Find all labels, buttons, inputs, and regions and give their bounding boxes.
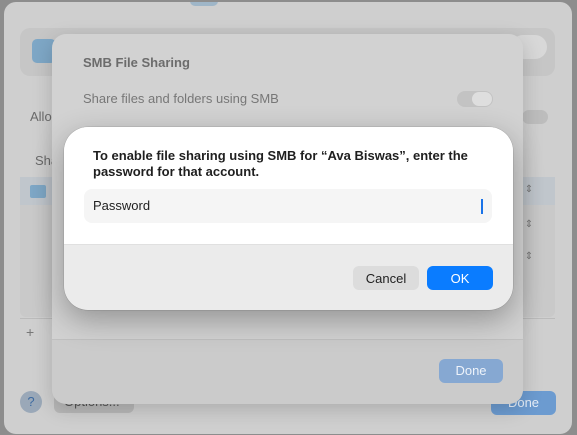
folder-icon: [30, 185, 46, 198]
text-cursor: [481, 199, 483, 214]
cancel-button[interactable]: Cancel: [353, 266, 419, 290]
password-field[interactable]: [84, 189, 492, 223]
smb-sheet-title: SMB File Sharing: [83, 55, 190, 70]
window-indicator: [190, 2, 218, 6]
ok-button[interactable]: OK: [427, 266, 493, 290]
allow-toggle[interactable]: [522, 110, 548, 124]
stepper-icon[interactable]: ⇕: [524, 220, 534, 230]
dialog-content: To enable file sharing using SMB for “Av…: [64, 127, 513, 245]
smb-share-label: Share files and folders using SMB: [83, 91, 279, 106]
dialog-message: To enable file sharing using SMB for “Av…: [93, 148, 468, 179]
stepper-icon[interactable]: ⇕: [524, 252, 534, 262]
help-button[interactable]: ?: [20, 391, 42, 413]
toggle-knob: [472, 92, 492, 106]
add-icon[interactable]: +: [26, 324, 34, 340]
password-dialog: To enable file sharing using SMB for “Av…: [64, 127, 513, 310]
stepper-icon[interactable]: ⇕: [524, 185, 534, 195]
allow-label: Allo: [30, 109, 52, 124]
smb-share-toggle[interactable]: [457, 91, 493, 107]
smb-done-button[interactable]: Done: [439, 359, 503, 383]
